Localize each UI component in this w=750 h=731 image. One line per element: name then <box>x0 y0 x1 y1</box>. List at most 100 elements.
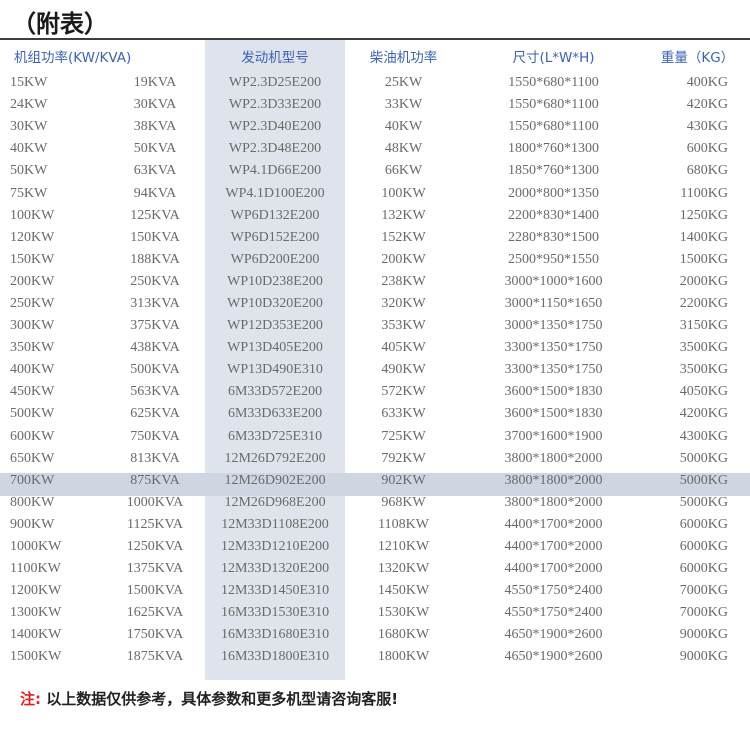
cell-weight: 6000KG <box>679 516 729 532</box>
cell-weight: 1250KG <box>679 207 729 223</box>
cell-weight: 3150KG <box>679 318 729 334</box>
table-row: 1300KW 1625KVA 16M33D1530E310 1530KW 4550*17… <box>0 602 750 624</box>
cell-unit-kw: 1000KW <box>10 539 62 555</box>
cell-size: 4550*1750*2400 <box>504 583 603 599</box>
header-unit-power: 机组功率(KW/KVA) <box>14 50 132 66</box>
cell-engine-model: 12M33D1210E200 <box>220 539 330 555</box>
cell-unit-kva: 150KVA <box>130 229 180 245</box>
cell-unit-kw: 75KW <box>10 185 48 201</box>
table-row: 450KW 563KVA 6M33D572E200 572KW 3600*1500*18… <box>0 381 750 403</box>
table-row: 600KW 750KVA 6M33D725E310 725KW 3700*1600*19… <box>0 426 750 448</box>
cell-engine-model: 12M26D902E200 <box>224 472 326 488</box>
cell-weight: 3500KG <box>679 340 729 356</box>
cell-size: 3000*1350*1750 <box>504 318 603 334</box>
cell-weight: 4050KG <box>679 384 729 400</box>
cell-diesel-power: 1680KW <box>377 627 430 643</box>
cell-size: 2500*950*1550 <box>508 251 600 267</box>
cell-unit-kva: 1250KVA <box>126 539 184 555</box>
table-row: 30KW 38KVA WP2.3D40E200 40KW 1550*680*1100 43… <box>0 116 750 138</box>
table-row: 200KW 250KVA WP10D238E200 238KW 3000*1000*16… <box>0 271 750 293</box>
cell-weight: 6000KG <box>679 539 729 555</box>
cell-diesel-power: 152KW <box>381 229 426 245</box>
cell-size: 2200*830*1400 <box>508 207 600 223</box>
cell-diesel-power: 25KW <box>384 75 423 91</box>
cell-engine-model: 16M33D1800E310 <box>220 649 330 665</box>
cell-engine-model: 6M33D633E200 <box>227 406 323 422</box>
cell-unit-kva: 125KVA <box>130 207 180 223</box>
cell-diesel-power: 1800KW <box>377 649 430 665</box>
cell-unit-kva: 625KVA <box>130 406 180 422</box>
cell-unit-kva: 813KVA <box>130 450 180 466</box>
cell-weight: 1400KG <box>679 229 729 245</box>
cell-unit-kw: 1500KW <box>10 649 62 665</box>
cell-unit-kw: 700KW <box>10 472 55 488</box>
cell-diesel-power: 725KW <box>381 428 426 444</box>
cell-weight: 9000KG <box>679 649 729 665</box>
table-row: 1400KW 1750KVA 16M33D1680E310 1680KW 4650*19… <box>0 624 750 646</box>
cell-unit-kw: 450KW <box>10 384 55 400</box>
cell-diesel-power: 490KW <box>381 362 426 378</box>
cell-engine-model: WP13D405E200 <box>227 340 323 356</box>
table-row: 900KW 1125KVA 12M33D1108E200 1108KW 4400*170… <box>0 514 750 536</box>
cell-weight: 5000KG <box>679 450 729 466</box>
cell-unit-kw: 300KW <box>10 318 55 334</box>
page-title: （附表） <box>12 10 108 38</box>
cell-size: 3800*1800*2000 <box>504 450 603 466</box>
cell-diesel-power: 1320KW <box>377 561 430 577</box>
cell-unit-kva: 1375KVA <box>126 561 184 577</box>
cell-unit-kw: 250KW <box>10 295 55 311</box>
cell-weight: 420KG <box>686 97 729 113</box>
cell-unit-kva: 1125KVA <box>127 516 184 532</box>
cell-size: 3600*1500*1830 <box>504 406 603 422</box>
table-row: 50KW 63KVA WP4.1D66E200 66KW 1850*760*1300 68… <box>0 160 750 182</box>
cell-weight: 5000KG <box>679 494 729 510</box>
cell-size: 4400*1700*2000 <box>504 516 603 532</box>
cell-diesel-power: 33KW <box>384 97 423 113</box>
cell-weight: 7000KG <box>679 583 729 599</box>
cell-unit-kva: 1500KVA <box>126 583 184 599</box>
cell-size: 3300*1350*1750 <box>504 340 603 356</box>
cell-unit-kw: 100KW <box>10 207 55 223</box>
cell-unit-kw: 1400KW <box>10 627 62 643</box>
cell-engine-model: WP6D152E200 <box>230 229 320 245</box>
cell-engine-model: 12M33D1108E200 <box>221 516 329 532</box>
cell-size: 1850*760*1300 <box>508 163 600 179</box>
table-row: 650KW 813KVA 12M26D792E200 792KW 3800*1800*2… <box>0 448 750 470</box>
note-text: 以上数据仅供参考，具体参数和更多机型请咨询客服! <box>46 690 399 708</box>
cell-unit-kw: 1100KW <box>10 561 61 577</box>
note-lead: 注: <box>20 690 41 708</box>
cell-size: 1800*760*1300 <box>508 141 600 157</box>
cell-diesel-power: 353KW <box>381 318 426 334</box>
cell-weight: 2000KG <box>679 273 729 289</box>
cell-weight: 2200KG <box>679 295 729 311</box>
cell-diesel-power: 66KW <box>384 163 423 179</box>
cell-engine-model: 16M33D1680E310 <box>220 627 330 643</box>
cell-unit-kva: 19KVA <box>133 75 177 91</box>
table-row: 120KW 150KVA WP6D152E200 152KW 2280*830*1500… <box>0 227 750 249</box>
cell-size: 3300*1350*1750 <box>504 362 603 378</box>
cell-engine-model: WP12D353E200 <box>227 318 323 334</box>
cell-size: 3700*1600*1900 <box>504 428 603 444</box>
cell-unit-kva: 38KVA <box>133 119 177 135</box>
cell-unit-kva: 375KVA <box>130 318 180 334</box>
cell-diesel-power: 48KW <box>384 141 423 157</box>
cell-weight: 9000KG <box>679 627 729 643</box>
cell-engine-model: WP2.3D25E200 <box>228 75 322 91</box>
cell-diesel-power: 633KW <box>381 406 426 422</box>
table-row: 1200KW 1500KVA 12M33D1450E310 1450KW 4550*17… <box>0 580 750 602</box>
disclaimer-note: 注: 以上数据仅供参考，具体参数和更多机型请咨询客服! <box>20 688 398 709</box>
cell-engine-model: 6M33D725E310 <box>227 428 323 444</box>
cell-weight: 4200KG <box>679 406 729 422</box>
cell-diesel-power: 100KW <box>381 185 426 201</box>
cell-unit-kva: 500KVA <box>130 362 180 378</box>
cell-unit-kva: 1000KVA <box>126 494 184 510</box>
cell-size: 3000*1000*1600 <box>504 273 603 289</box>
cell-weight: 1100KG <box>680 185 729 201</box>
cell-diesel-power: 238KW <box>381 273 426 289</box>
cell-unit-kw: 500KW <box>10 406 55 422</box>
cell-weight: 4300KG <box>679 428 729 444</box>
cell-diesel-power: 1450KW <box>377 583 430 599</box>
cell-engine-model: 12M33D1450E310 <box>220 583 330 599</box>
table-row: 1000KW 1250KVA 12M33D1210E200 1210KW 4400*17… <box>0 536 750 558</box>
cell-unit-kva: 50KVA <box>133 141 177 157</box>
